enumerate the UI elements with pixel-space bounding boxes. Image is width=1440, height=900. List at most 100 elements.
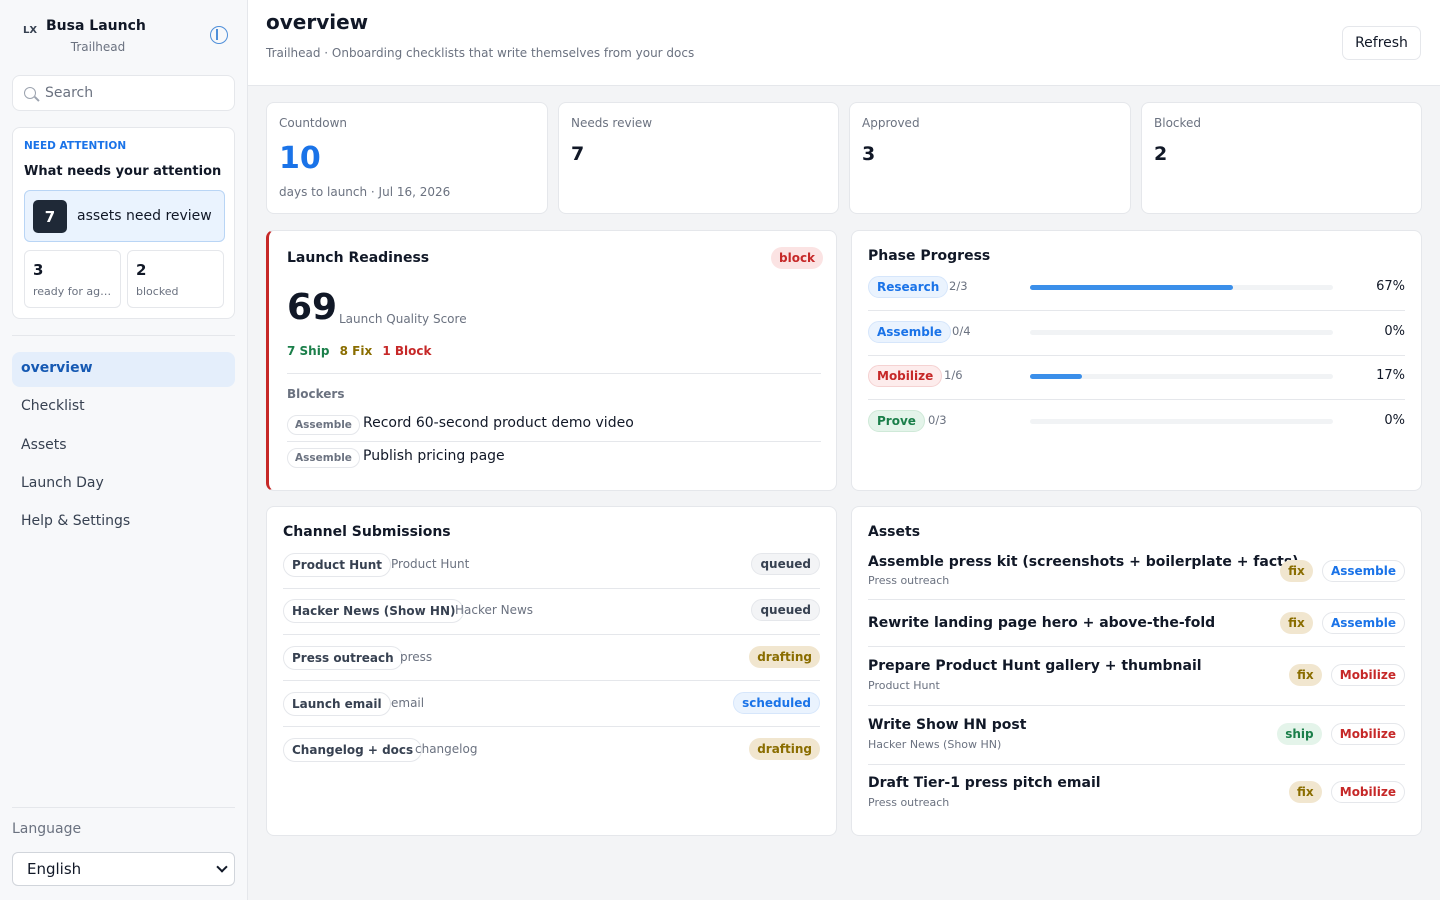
phase-count: 0/3 [928,413,947,427]
asset-item[interactable]: Assemble press kit (screenshots + boiler… [868,547,1405,599]
verdict-badge: fix [1280,560,1313,582]
phase-row-research[interactable]: Research 2/3 67% [868,266,1405,310]
divider [12,335,235,336]
phase-tag: Assemble [287,415,360,435]
channel-name: Hacker News (Show HN) [283,599,465,623]
nav-overview[interactable]: overview [12,352,235,387]
search-input[interactable]: Search [12,75,235,111]
channel-target: Hacker News [455,603,534,617]
nav-launch-day[interactable]: Launch Day [12,467,235,502]
phase-count: 1/6 [944,368,963,382]
nav-assets[interactable]: Assets [12,429,235,464]
phase-percent: 17% [1376,368,1405,383]
asset-subtitle: Press outreach [868,574,950,587]
stat-label: Countdown [279,116,348,130]
channel-row[interactable]: Changelog + docs changelog drafting [283,727,820,773]
channel-row[interactable]: Product Hunt Product Hunt queued [283,542,820,588]
asset-item[interactable]: Rewrite landing page hero + above-the-fo… [868,600,1405,646]
header: overview Trailhead · Onboarding checklis… [248,0,1440,86]
asset-item[interactable]: Draft Tier-1 press pitch email Press out… [868,765,1405,823]
status-badge: scheduled [733,692,820,714]
launch-readiness-card: Launch Readiness block 69 Launch Quality… [266,230,837,491]
channel-submissions-card: Channel Submissions Product Hunt Product… [266,506,837,836]
attention-kicker: NEED ATTENTION [24,140,127,152]
channel-target: press [400,650,433,664]
status-badge: drafting [749,646,820,668]
asset-title: Prepare Product Hunt gallery + thumbnail [868,658,1202,674]
blocked-card[interactable]: 2 blocked [127,250,224,308]
nav-checklist[interactable]: Checklist [12,390,235,425]
sidebar: LX Busa Launch Trailhead Search NEED ATT… [0,0,248,900]
app-title: Busa Launch [46,18,146,34]
channel-row[interactable]: Hacker News (Show HN) Hacker News queued [283,588,820,634]
ready-label: ready for age… [33,285,115,298]
language-select[interactable]: English [12,852,235,886]
asset-tags: fix Assemble [1275,612,1405,634]
phase-name: Mobilize [868,365,943,387]
review-callout[interactable]: 7 assets need review [24,190,225,242]
block-count: 1 Block [382,344,432,358]
status-badge: queued [751,599,820,621]
asset-title: Write Show HN post [868,717,1027,733]
phase-tag: Mobilize [1330,664,1405,686]
blocker-text: Publish pricing page [363,448,505,464]
chevron-down-icon [216,861,228,873]
channel-row[interactable]: Press outreach press drafting [283,635,820,681]
asset-item[interactable]: Write Show HN post Hacker News (Show HN)… [868,706,1405,764]
phase-name: Assemble [868,321,952,343]
channel-target: Product Hunt [391,557,470,571]
stat-value: 7 [571,143,585,165]
card-title: Assets [868,524,921,540]
nav-help-settings[interactable]: Help & Settings [12,505,235,540]
phase-tag: Assemble [287,448,360,468]
channel-target: changelog [415,742,478,756]
asset-title: Rewrite landing page hero + above-the-fo… [868,615,1216,631]
phase-count: 2/3 [949,279,968,293]
channel-target: email [391,696,425,710]
phase-name: Prove [868,410,925,432]
asset-item[interactable]: Prepare Product Hunt gallery + thumbnail… [868,647,1405,705]
ship-count: 7 Ship [287,344,330,358]
progress-track [1030,330,1333,335]
blocker-text: Record 60-second product demo video [363,415,634,431]
asset-title: Assemble press kit (screenshots + boiler… [868,554,1299,570]
stat-label: Blocked [1154,116,1202,130]
progress-track [1030,419,1333,424]
phase-percent: 0% [1384,413,1405,428]
blocker-item[interactable]: Assemble Record 60-second product demo v… [287,409,821,441]
assets-card: Assets Assemble press kit (screenshots +… [851,506,1422,836]
divider [287,373,821,374]
asset-subtitle: Hacker News (Show HN) [868,738,1002,751]
phase-percent: 0% [1384,324,1405,339]
attention-panel: NEED ATTENTION What needs your attention… [12,127,235,319]
sidebar-toggle-icon[interactable] [210,26,228,44]
blocker-item[interactable]: Assemble Publish pricing page [287,442,821,474]
phase-row-prove[interactable]: Prove 0/3 0% [868,400,1405,444]
blocked-label: blocked [136,285,179,298]
approved-card: Approved 3 [849,102,1131,214]
ready-count: 3 [33,261,44,279]
channel-name: Changelog + docs [283,738,423,762]
status-badge: block [771,247,824,269]
verdict-badge: fix [1288,664,1322,686]
page-title: overview [266,10,369,34]
progress-fill [1030,374,1082,379]
attention-title: What needs your attention [24,164,222,179]
stat-label: Approved [862,116,920,130]
phase-tag: Mobilize [1330,781,1405,803]
phase-row-mobilize[interactable]: Mobilize 1/6 17% [868,355,1405,399]
phase-row-assemble[interactable]: Assemble 0/4 0% [868,311,1405,355]
channel-row[interactable]: Launch email email scheduled [283,681,820,727]
asset-subtitle: Product Hunt [868,679,940,692]
ready-card[interactable]: 3 ready for age… [24,250,121,308]
verdict-counts: 7 Ship 8 Fix 1 Block [287,344,438,358]
refresh-button[interactable]: Refresh [1342,26,1421,60]
search-placeholder: Search [45,85,94,101]
divider [12,807,235,808]
phase-count: 0/4 [952,324,971,338]
logo: LX [22,24,38,36]
blocked-count: 2 [136,261,147,279]
asset-tags: fix Mobilize [1284,664,1405,686]
blockers-label: Blockers [287,387,345,401]
countdown-note: days to launch · Jul 16, 2026 [279,185,451,199]
